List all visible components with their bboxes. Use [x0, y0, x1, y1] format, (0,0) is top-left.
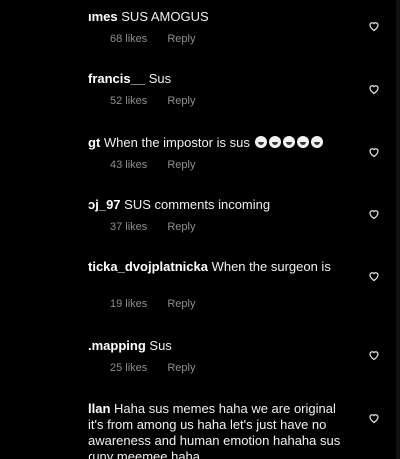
heart-icon[interactable]	[368, 83, 380, 95]
reply-button[interactable]: Reply	[167, 297, 195, 311]
heart-icon[interactable]	[368, 20, 380, 32]
laughing-face-icon	[297, 136, 310, 148]
comment-meta: 43 likes Reply	[88, 158, 358, 172]
comment-item: ımes SUS AMOGUS 68 likes Reply	[88, 9, 358, 46]
comment-username[interactable]: francis__	[88, 71, 145, 86]
laughing-face-icon	[255, 136, 268, 148]
comment-text-line: ɾuny meemee haha	[88, 449, 201, 459]
heart-icon[interactable]	[368, 349, 380, 361]
comment-text: Sus	[149, 338, 172, 353]
comment-meta: 19 likes Reply	[88, 297, 358, 311]
comment-text: SUS comments incoming	[124, 197, 271, 212]
likes-count[interactable]: 25 likes	[110, 361, 147, 375]
likes-count[interactable]: 52 likes	[110, 94, 147, 108]
comment-line: francis__ Sus	[88, 71, 358, 87]
comment-meta: 52 likes Reply	[88, 94, 358, 108]
comment-item: .mapping Sus 25 likes Reply	[88, 338, 358, 375]
comment-line: ticka_dvojplatnicka When the surgeon is	[88, 259, 358, 275]
reply-button[interactable]: Reply	[167, 158, 195, 172]
comments-screen: ımes SUS AMOGUS 68 likes Reply francis__…	[0, 0, 400, 459]
laughing-face-icon	[269, 136, 282, 148]
likes-count[interactable]: 37 likes	[110, 220, 147, 234]
reply-button[interactable]: Reply	[167, 361, 195, 375]
likes-count[interactable]: 68 likes	[110, 32, 147, 46]
comment-line: llan Haha sus memes haha we are original	[88, 401, 358, 417]
comment-line: .mapping Sus	[88, 338, 358, 354]
comment-username[interactable]: .mapping	[88, 338, 146, 353]
comment-meta: 25 likes Reply	[88, 361, 358, 375]
comment-text: When the surgeon is	[211, 259, 331, 274]
comment-item: francis__ Sus 52 likes Reply	[88, 71, 358, 108]
comment-line: ɔj_97 SUS comments incoming	[88, 197, 358, 213]
comment-text: SUS AMOGUS	[121, 9, 209, 24]
laughing-face-icon	[311, 136, 324, 148]
comment-item: ɔj_97 SUS comments incoming 37 likes Rep…	[88, 197, 358, 234]
comment-username[interactable]: gt	[88, 135, 100, 150]
comment-line: ımes SUS AMOGUS	[88, 9, 358, 25]
heart-icon[interactable]	[368, 146, 380, 158]
laughing-face-icon	[283, 136, 296, 148]
heart-icon[interactable]	[368, 208, 380, 220]
comment-text: Sus	[148, 71, 172, 86]
comment-item: gt When the impostor is sus 43 likes Rep…	[88, 135, 358, 172]
comment-username[interactable]: ɔj_97	[88, 197, 121, 212]
comment-username[interactable]: ticka_dvojplatnicka	[88, 259, 208, 274]
reply-button[interactable]: Reply	[167, 32, 195, 46]
comment-text: When the impostor is sus	[103, 135, 250, 150]
likes-count[interactable]: 43 likes	[110, 158, 147, 172]
reply-button[interactable]: Reply	[167, 94, 195, 108]
comment-text: Haha sus memes haha we are original	[114, 401, 336, 416]
reply-button[interactable]: Reply	[167, 220, 195, 234]
comment-item: llan Haha sus memes haha we are original…	[88, 401, 358, 459]
comment-meta: 37 likes Reply	[88, 220, 358, 234]
heart-icon[interactable]	[368, 412, 380, 424]
comment-text-line: it's from among us haha let's just have …	[88, 417, 327, 432]
comment-username[interactable]: ımes	[88, 9, 118, 24]
comment-text-line: awareness and human emotion hahaha sus	[88, 433, 341, 448]
likes-count[interactable]: 19 likes	[110, 297, 147, 311]
heart-icon[interactable]	[368, 270, 380, 282]
comment-username[interactable]: llan	[88, 401, 110, 416]
comment-item: ticka_dvojplatnicka When the surgeon is …	[88, 259, 358, 311]
comment-meta: 68 likes Reply	[88, 32, 358, 46]
comment-line: gt When the impostor is sus	[88, 135, 358, 151]
scrollbar-track[interactable]	[396, 0, 400, 459]
